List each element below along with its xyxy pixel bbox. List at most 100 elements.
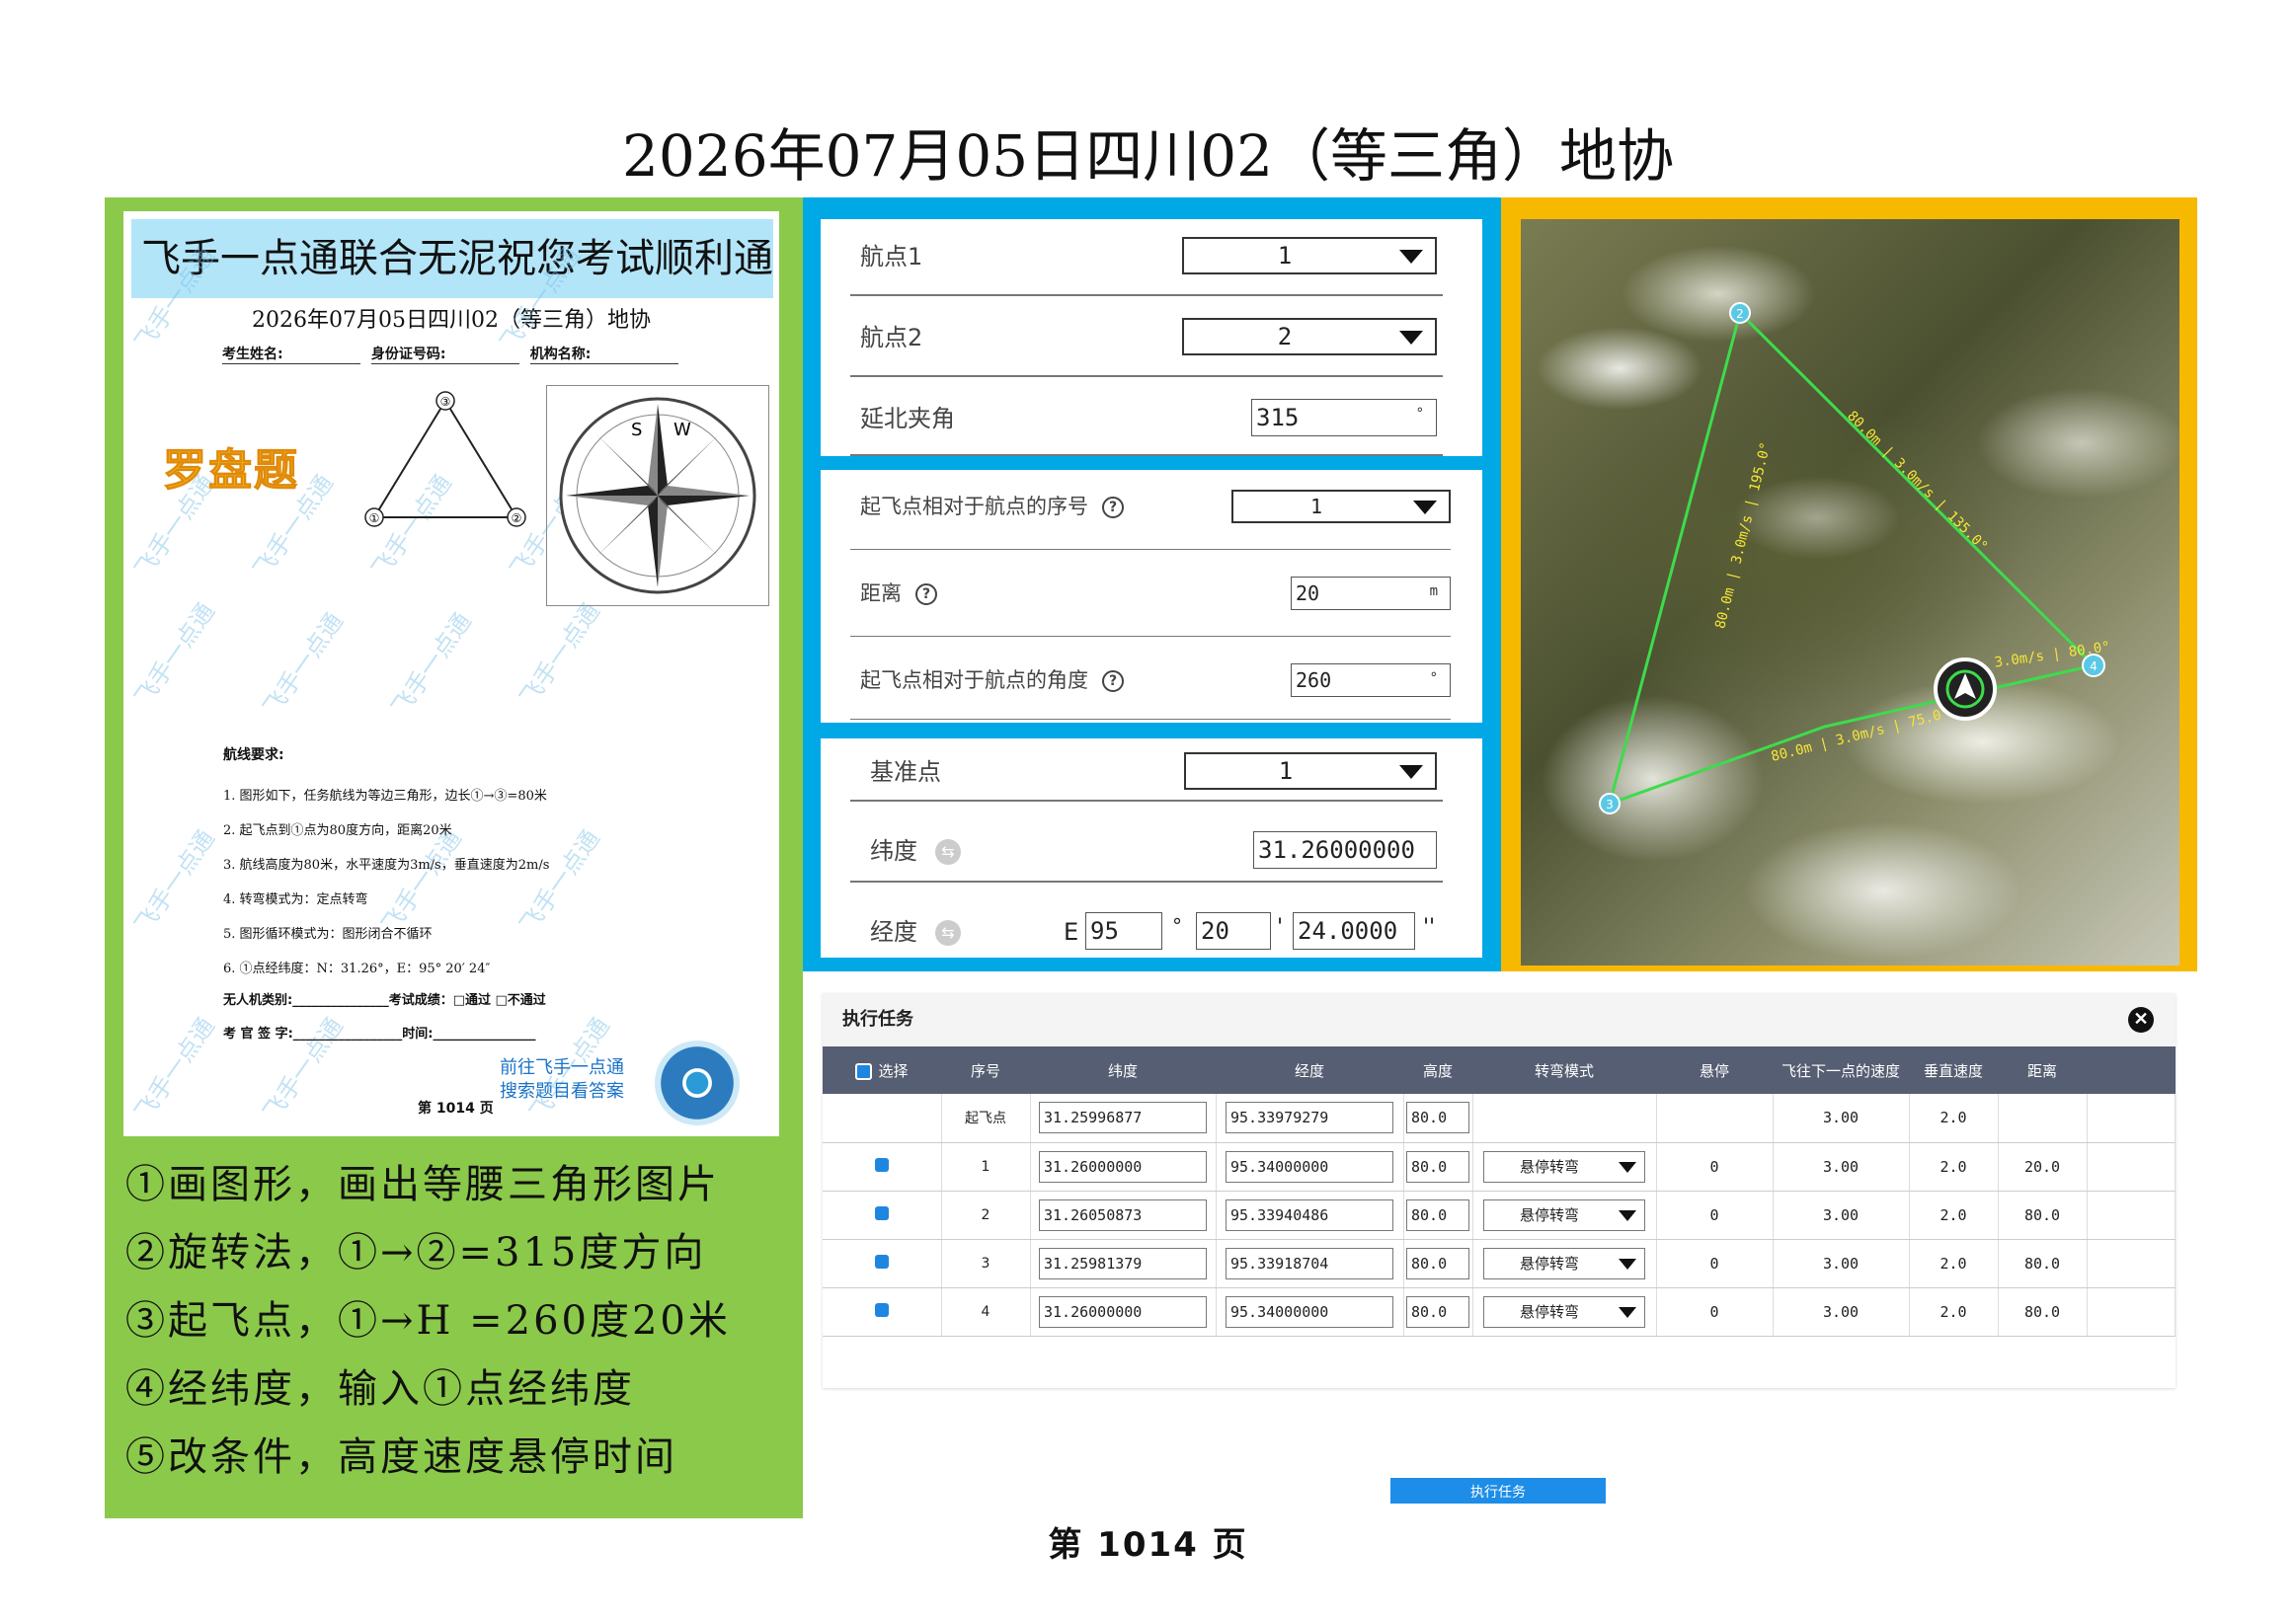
lon-input[interactable]: 95.33940486 [1226,1198,1393,1231]
watermark: 飞手一点通 [386,607,477,722]
turn-mode-value: 悬停转弯 [1519,1254,1579,1273]
longitude-second-input[interactable]: 24.0000 [1293,912,1415,950]
row-checkbox[interactable] [874,1302,889,1317]
swap-icon[interactable]: ⇆ [935,839,961,865]
divider [850,549,1451,550]
row-extra [2087,1239,2176,1288]
row-hover: 0 [1656,1142,1774,1192]
row-turn-cell: 悬停转弯 [1472,1239,1657,1288]
chevron-down-icon [1619,1161,1636,1173]
col-dist: 距离 [1998,1046,2087,1094]
col-lat: 纬度 [1030,1046,1216,1094]
page-title: 2026年07月05日四川02（等三角）地协 [621,122,1674,190]
row-dist: 80.0 [1998,1239,2088,1288]
longitude-minute-input[interactable]: 20 [1196,912,1271,950]
takeoff-angle-text: 起飞点相对于航点的角度 [860,668,1088,692]
task-window: 执行任务 ✕ 选择 序号 纬度 经度 高度 转弯模式 悬停 飞往下一点的速度 垂… [823,993,2176,1388]
examiner-sign-line: 考 官 签 字:_________________时间:____________… [223,1027,536,1042]
step-item: ②旋转法，①→②=315度方向 [125,1230,707,1275]
home-marker[interactable] [1934,657,1997,721]
row-lat-cell: 31.26000000 [1030,1142,1217,1192]
waypoint-marker[interactable]: 2 [1729,302,1751,324]
swap-icon[interactable]: ⇆ [935,920,961,946]
satellite-map[interactable]: 80.0m | 3.0m/s | 135.0° 80.0m | 3.0m/s |… [1521,219,2179,966]
lat-input[interactable]: 31.25981379 [1039,1247,1207,1279]
takeoff-angle-label: 起飞点相对于航点的角度? [860,663,1124,697]
latitude-input[interactable]: 31.26000000 [1253,831,1437,869]
waypoint-marker[interactable]: 4 [2082,654,2105,677]
table-row: 3 31.25981379 95.33918704 80.0 悬停转弯 0 3.… [823,1239,2176,1288]
row-seq: 3 [941,1239,1031,1288]
waypoint-label: 2 [1736,307,1744,321]
alt-input[interactable]: 80.0 [1406,1295,1469,1328]
alt-input[interactable]: 80.0 [1406,1150,1469,1183]
wp1-select[interactable]: 1 [1182,237,1437,274]
waypoint-label: 4 [2090,659,2098,673]
alt-input[interactable]: 80.0 [1406,1198,1469,1231]
north-angle-input[interactable]: 315 ° [1251,399,1437,436]
row-select-cell [823,1239,942,1288]
takeoff-angle-input[interactable]: 260 ° [1291,663,1451,697]
select-all-checkbox[interactable] [855,1062,873,1080]
alt-input[interactable]: 80.0 [1406,1102,1469,1134]
turn-mode-select[interactable]: 悬停转弯 [1483,1247,1645,1279]
lon-input[interactable]: 95.33979279 [1226,1102,1393,1134]
takeoff-seq-label: 起飞点相对于航点的序号? [860,490,1124,523]
execute-task-button[interactable]: 执行任务 [1390,1478,1606,1504]
requirement-item: 3. 航线高度为80米，水平速度为3m/s，垂直速度为2m/s [223,858,550,873]
row-select-cell [823,1094,942,1143]
lat-input[interactable]: 31.25996877 [1039,1102,1207,1134]
requirement-item: 6. ①点经纬度：N：31.26°，E：95° 20′ 24″ [223,962,491,976]
row-checkbox[interactable] [874,1205,889,1220]
lon-input[interactable]: 95.34000000 [1226,1150,1393,1183]
row-seq: 1 [941,1142,1031,1192]
id-field-label: 身份证号码: [370,344,519,364]
step-item: ⑤改条件，高度速度悬停时间 [125,1434,677,1480]
turn-mode-select[interactable]: 悬停转弯 [1483,1295,1645,1328]
help-icon[interactable]: ? [1102,497,1124,518]
goto-text: 前往飞手一点通 搜索题目看答案 [500,1056,624,1104]
lon-input[interactable]: 95.34000000 [1226,1295,1393,1328]
lat-input[interactable]: 31.26000000 [1039,1150,1207,1183]
waypoint-marker[interactable]: 3 [1599,793,1621,814]
watermark: 飞手一点通 [258,607,349,722]
row-dist [1998,1094,2088,1143]
close-button[interactable]: ✕ [2128,1007,2154,1033]
row-checkbox[interactable] [874,1157,889,1172]
row-seq: 2 [941,1191,1031,1240]
second-symbol: '' [1423,915,1436,940]
help-icon[interactable]: ? [1102,670,1124,692]
ref-point-value: 1 [1278,757,1294,785]
col-select[interactable]: 选择 [823,1046,941,1094]
longitude-degree-input[interactable]: 95 [1085,912,1162,950]
step-item: ③起飞点，①→H =260度20米 [125,1298,731,1344]
divider [850,881,1443,883]
help-icon[interactable]: ? [915,583,937,605]
lat-input[interactable]: 31.26050873 [1039,1198,1207,1231]
takeoff-seq-select[interactable]: 1 [1231,490,1451,523]
degree-unit: ° [1429,670,1438,686]
lat-input[interactable]: 31.26000000 [1039,1295,1207,1328]
col-turn: 转弯模式 [1472,1046,1656,1094]
requirements-title: 航线要求: [223,747,284,763]
degree-symbol: ° [1172,914,1182,938]
exam-panel: 飞手一点通联合无泥祝您考试顺利通过 2026年07月05日四川02（等三角）地协… [105,197,803,1518]
row-alt-cell: 80.0 [1403,1094,1473,1143]
chevron-down-icon [1413,501,1437,514]
wp2-select[interactable]: 2 [1182,318,1437,355]
row-checkbox[interactable] [874,1254,889,1269]
distance-input[interactable]: 20 m [1291,577,1451,610]
turn-mode-select[interactable]: 悬停转弯 [1483,1198,1645,1231]
triangle-figure: ① ② ③ [364,391,526,527]
settings-panel: 航点1 1 航点2 2 延北夹角 315 ° 起飞点相对于航点的序号? 1 距离?… [803,197,1501,971]
divider [850,636,1451,637]
lon-input[interactable]: 95.33918704 [1226,1247,1393,1279]
compass-s-letter: S [631,420,642,440]
compass-title: 罗盘题 [163,445,299,497]
chevron-down-icon [1619,1258,1636,1270]
alt-input[interactable]: 80.0 [1406,1247,1469,1279]
task-window-title: 执行任务 [823,993,2176,1046]
ref-point-select[interactable]: 1 [1184,752,1437,790]
turn-mode-select[interactable]: 悬停转弯 [1483,1150,1645,1183]
row-vspeed: 2.0 [1909,1191,1999,1240]
